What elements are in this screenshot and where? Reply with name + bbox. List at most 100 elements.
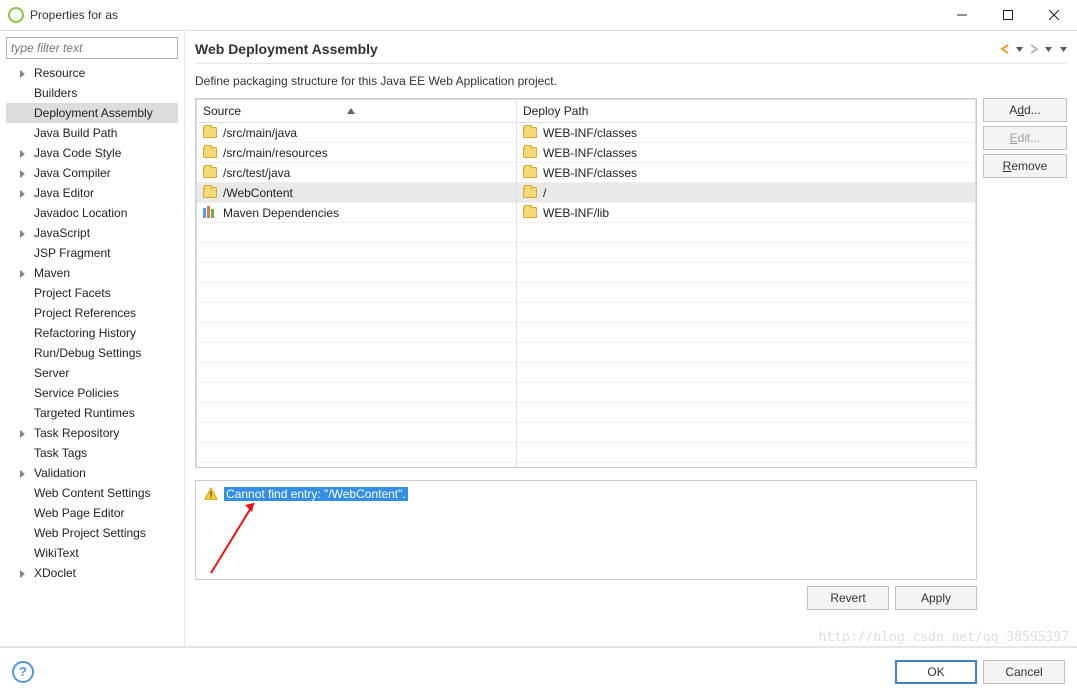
close-button[interactable] xyxy=(1031,0,1077,30)
tree-item-label: Service Policies xyxy=(34,386,119,400)
tree-item[interactable]: Builders xyxy=(6,83,178,103)
page-heading: Web Deployment Assembly xyxy=(195,41,998,57)
tree-item-label: Javadoc Location xyxy=(34,206,127,220)
folder-icon xyxy=(523,187,537,198)
assembly-table[interactable]: Source Deploy Path /src/main/java WEB-INF… xyxy=(195,98,977,468)
warning-box: Cannot find entry: "/WebContent". xyxy=(195,480,977,580)
source-cell: Maven Dependencies xyxy=(223,206,339,220)
tree-item-label: Task Tags xyxy=(34,446,87,460)
folder-icon xyxy=(523,127,537,138)
table-row[interactable]: /src/main/resourcesWEB-INF/classes xyxy=(197,143,976,163)
folder-icon xyxy=(523,147,537,158)
tree-item[interactable]: JavaScript xyxy=(6,223,178,243)
tree-item[interactable]: Task Repository xyxy=(6,423,178,443)
remove-button[interactable]: Remove xyxy=(983,154,1067,178)
deploy-cell: WEB-INF/classes xyxy=(543,146,637,160)
tree-item-label: Java Editor xyxy=(34,186,94,200)
tree-item[interactable]: Task Tags xyxy=(6,443,178,463)
menu-dropdown-icon[interactable] xyxy=(1060,47,1067,52)
tree-item[interactable]: Project Facets xyxy=(6,283,178,303)
back-icon[interactable] xyxy=(998,42,1012,56)
tree-item[interactable]: Java Compiler xyxy=(6,163,178,183)
tree-item-label: Project References xyxy=(34,306,136,320)
column-source[interactable]: Source xyxy=(197,100,517,123)
tree-item[interactable]: Service Policies xyxy=(6,383,178,403)
nav-arrows xyxy=(998,42,1067,56)
tree-item-label: Task Repository xyxy=(34,426,119,440)
page-description: Define packaging structure for this Java… xyxy=(195,74,1067,88)
add-button[interactable]: Add... xyxy=(983,98,1067,122)
tree-item[interactable]: Web Project Settings xyxy=(6,523,178,543)
folder-icon xyxy=(203,187,217,198)
tree-item[interactable]: Targeted Runtimes xyxy=(6,403,178,423)
table-row[interactable]: /WebContent / xyxy=(197,183,976,203)
sort-asc-icon xyxy=(347,108,355,114)
tree-item-label: Deployment Assembly xyxy=(34,106,153,120)
table-row xyxy=(197,303,976,323)
footer: ? OK Cancel xyxy=(0,647,1077,695)
forward-icon[interactable] xyxy=(1027,42,1041,56)
table-row xyxy=(197,423,976,443)
table-row[interactable]: /src/test/javaWEB-INF/classes xyxy=(197,163,976,183)
table-row xyxy=(197,323,976,343)
tree-item[interactable]: Maven xyxy=(6,263,178,283)
source-cell: /src/main/java xyxy=(223,126,297,140)
tree-item-label: Refactoring History xyxy=(34,326,136,340)
tree-item[interactable]: Server xyxy=(6,363,178,383)
cancel-button[interactable]: Cancel xyxy=(983,660,1065,684)
tree-item-label: WikiText xyxy=(34,546,79,560)
apply-button[interactable]: Apply xyxy=(895,586,977,610)
table-row xyxy=(197,443,976,463)
table-row xyxy=(197,243,976,263)
tree-item-label: Builders xyxy=(34,86,77,100)
deploy-cell: / xyxy=(543,186,546,200)
deploy-cell: WEB-INF/classes xyxy=(543,126,637,140)
tree-item-label: Web Content Settings xyxy=(34,486,151,500)
tree-item[interactable]: Java Code Style xyxy=(6,143,178,163)
tree-item[interactable]: JSP Fragment xyxy=(6,243,178,263)
deploy-cell: WEB-INF/lib xyxy=(543,206,609,220)
tree-item-label: Maven xyxy=(34,266,70,280)
column-deploy[interactable]: Deploy Path xyxy=(517,100,976,123)
edit-button[interactable]: Edit... xyxy=(983,126,1067,150)
table-row xyxy=(197,283,976,303)
help-icon[interactable]: ? xyxy=(12,661,34,683)
tree-item[interactable]: Deployment Assembly xyxy=(6,103,178,123)
maximize-button[interactable] xyxy=(985,0,1031,30)
back-dropdown-icon[interactable] xyxy=(1016,47,1023,52)
folder-icon xyxy=(523,207,537,218)
forward-dropdown-icon[interactable] xyxy=(1045,47,1052,52)
revert-button[interactable]: Revert xyxy=(807,586,889,610)
tree-item[interactable]: Refactoring History xyxy=(6,323,178,343)
source-cell: /src/test/java xyxy=(223,166,290,180)
folder-icon xyxy=(203,147,217,158)
tree-item[interactable]: Java Build Path xyxy=(6,123,178,143)
tree-item[interactable]: Web Content Settings xyxy=(6,483,178,503)
ok-button[interactable]: OK xyxy=(895,660,977,684)
table-row xyxy=(197,403,976,423)
minimize-button[interactable] xyxy=(939,0,985,30)
tree-item-label: Java Code Style xyxy=(34,146,121,160)
folder-icon xyxy=(203,167,217,178)
table-row xyxy=(197,263,976,283)
tree-item[interactable]: Web Page Editor xyxy=(6,503,178,523)
table-row[interactable]: /src/main/java WEB-INF/classes xyxy=(197,123,976,143)
tree-item-label: XDoclet xyxy=(34,566,76,580)
app-icon xyxy=(8,7,24,23)
filter-input[interactable] xyxy=(6,37,178,59)
tree-item-label: Web Page Editor xyxy=(34,506,125,520)
source-cell: /WebContent xyxy=(223,186,293,200)
tree-item[interactable]: Validation xyxy=(6,463,178,483)
tree-item-label: JSP Fragment xyxy=(34,246,110,260)
tree-item[interactable]: Java Editor xyxy=(6,183,178,203)
column-deploy-label: Deploy Path xyxy=(523,104,588,118)
tree-item[interactable]: XDoclet xyxy=(6,563,178,583)
tree-item[interactable]: Resource xyxy=(6,63,178,83)
tree-item[interactable]: Project References xyxy=(6,303,178,323)
warning-text: Cannot find entry: "/WebContent". xyxy=(224,487,408,501)
tree-item[interactable]: WikiText xyxy=(6,543,178,563)
table-row[interactable]: Maven Dependencies WEB-INF/lib xyxy=(197,203,976,223)
tree-item[interactable]: Javadoc Location xyxy=(6,203,178,223)
tree-item[interactable]: Run/Debug Settings xyxy=(6,343,178,363)
tree-item-label: Resource xyxy=(34,66,85,80)
